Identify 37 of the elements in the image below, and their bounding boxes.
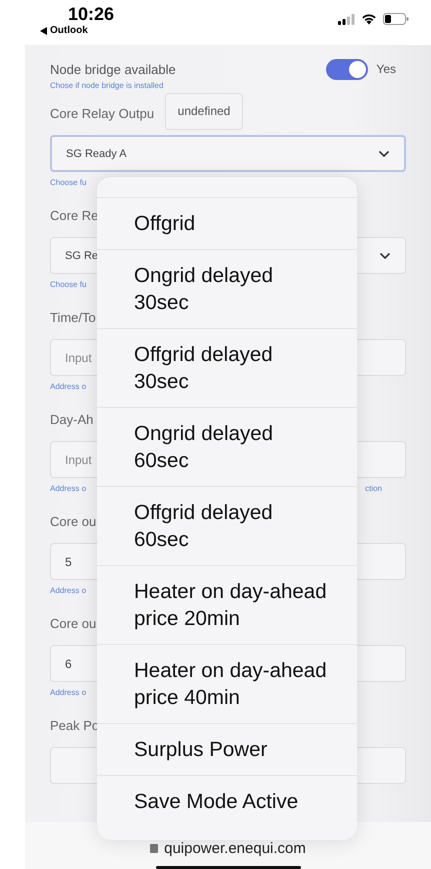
toggle-switch[interactable] (326, 58, 368, 80)
field-hint: Chose if node bridge is installed (50, 81, 164, 90)
field-hint: ction (365, 484, 382, 495)
status-time: 10:26 (68, 4, 114, 25)
dropdown-option[interactable]: Surplus Power (97, 723, 357, 775)
dropdown-option[interactable]: Offgrid delayed 60sec (97, 486, 357, 565)
dropdown-option[interactable]: Heater on day-ahead price 20min (97, 565, 357, 644)
field-label: Core ou (50, 513, 96, 531)
tooltip: undefined (165, 93, 243, 130)
dropdown-option[interactable]: Ongrid delayed 30sec (97, 249, 357, 328)
back-link[interactable]: Outlook (50, 25, 88, 36)
field-hint: Choose fu (50, 178, 86, 189)
field-label: Core Re (50, 207, 98, 225)
field-label: Core ou (50, 615, 96, 633)
back-triangle-icon[interactable] (40, 26, 47, 34)
field-hint: Address o (50, 484, 86, 495)
field-hint: Choose fu (50, 280, 86, 291)
battery-icon (383, 13, 409, 25)
select-field[interactable]: SG Ready A (50, 135, 406, 172)
url-text[interactable]: quipower.enequi.com (164, 840, 306, 857)
field-label: Day-Ah (50, 411, 94, 429)
field-hint: Address o (50, 688, 86, 699)
field-hint: Address o (50, 586, 86, 597)
dropdown-option[interactable]: Offgrid (97, 197, 357, 249)
toggle-value: Yes (376, 62, 396, 76)
field-label: Node bridge available (50, 62, 176, 76)
field-label: Core Relay Outpu (50, 105, 154, 123)
wifi-icon (361, 13, 377, 25)
field-hint: Address o (50, 382, 86, 393)
dropdown-option[interactable]: Offgrid delayed 30sec (97, 328, 357, 407)
chevron-down-icon (379, 252, 391, 260)
dropdown-option[interactable]: Save Mode Active (97, 775, 357, 827)
chevron-down-icon (378, 150, 390, 158)
field-label: Time/To (50, 309, 96, 327)
dropdown-option[interactable]: Heater on day-ahead price 40min (97, 644, 357, 723)
signal-icon (338, 14, 355, 24)
dropdown-option[interactable]: Ongrid delayed 60sec (97, 407, 357, 486)
